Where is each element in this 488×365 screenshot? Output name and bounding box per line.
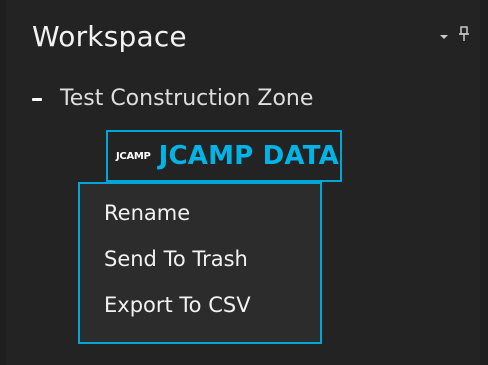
pin-icon[interactable]	[458, 26, 470, 42]
tree-group-label: Test Construction Zone	[60, 86, 314, 111]
panel-title-actions	[440, 26, 470, 42]
export-to-csv-menu-item[interactable]: Export To CSV	[80, 282, 320, 328]
tree-group-row[interactable]: Test Construction Zone	[32, 86, 313, 111]
send-to-trash-menu-item[interactable]: Send To Trash	[80, 236, 320, 282]
context-menu: Rename Send To Trash Export To CSV	[78, 182, 322, 344]
chevron-down-icon[interactable]	[440, 35, 448, 39]
workspace-panel: Workspace Test Construction Zone JCAMP J…	[6, 0, 480, 365]
tree-node-label: JCAMP DATA	[158, 141, 339, 171]
panel-title: Workspace	[32, 20, 187, 53]
rename-menu-item[interactable]: Rename	[80, 190, 320, 236]
collapse-icon[interactable]	[32, 98, 42, 101]
jcamp-logo-icon: JCAMP	[116, 150, 151, 162]
selected-tree-node[interactable]: JCAMP JCAMP DATA	[106, 130, 342, 182]
workspace-window: Workspace Test Construction Zone JCAMP J…	[0, 0, 488, 365]
